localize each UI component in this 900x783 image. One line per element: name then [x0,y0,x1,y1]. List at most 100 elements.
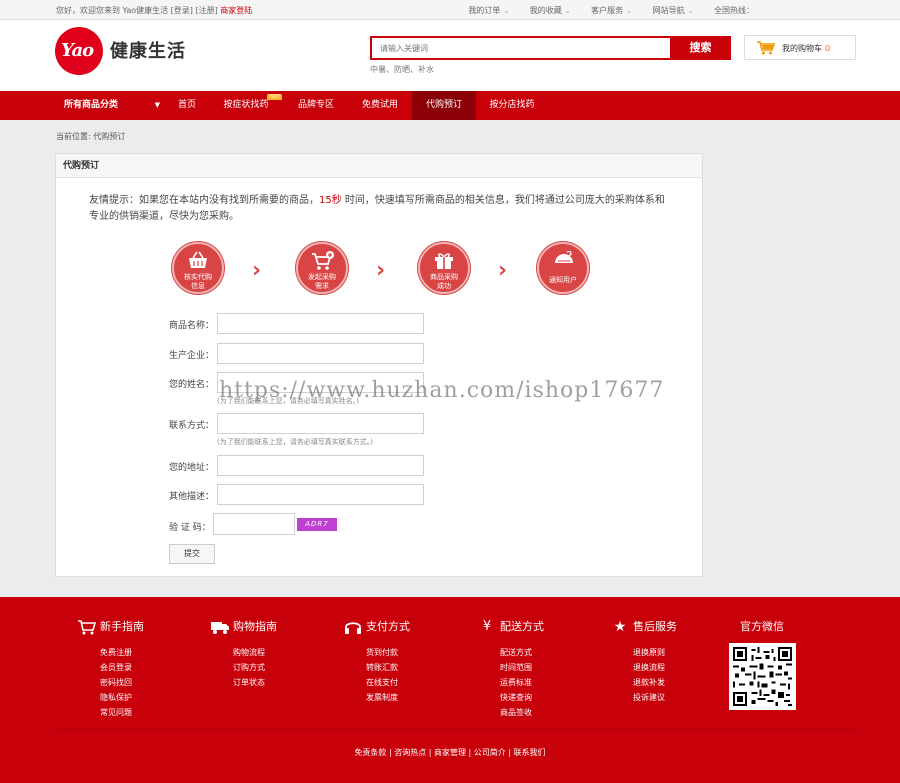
footer-link[interactable]: 在线支付 [366,675,410,690]
step-notify: 通知用户 [537,242,589,294]
manufacturer-input[interactable] [217,343,424,364]
chevron-down-icon: ⌄ [564,7,571,15]
welcome-sep: ] [ [189,6,199,15]
chevron-right-icon: › [252,258,262,283]
footer-link[interactable]: 购物流程 [233,645,277,660]
chevron-down-icon: ⌄ [687,7,694,15]
footer-link[interactable]: 订购方式 [233,660,277,675]
footer-col-title: 购物指南 [233,620,277,633]
footer-col-shopping: 购物指南 购物流程 订购方式 订单状态 [211,619,277,690]
nav-by-store[interactable]: 按分店找药 [480,91,544,120]
footer-link[interactable]: 快递查询 [500,690,544,705]
merchant-login-link[interactable]: 商家登陆 [220,6,252,15]
footer-col-payment: 支付方式 货到付款 转账汇款 在线支付 发票制度 [344,619,410,705]
footer-link[interactable]: 时间范围 [500,660,544,675]
logo-text: 健康生活 [110,41,186,62]
cart-label: 我的购物车 [782,44,822,53]
footer-link[interactable]: 运费标准 [500,675,544,690]
watermark: https://www.huzhan.com/ishop17677 [219,378,665,403]
main-nav: 所有商品分类 ▼ 首页 按症状找药 HOT 品牌专区 免费试用 代购预订 按分店… [0,91,900,120]
qr-code-icon [733,647,792,706]
phone-icon [555,251,573,263]
address-input[interactable] [217,455,424,476]
cart-button[interactable]: 我的购物车 0 [744,35,856,60]
footer-link[interactable]: 货到付款 [366,645,410,660]
chevron-down-icon: ⌄ [626,7,633,15]
footer-link[interactable]: 配送方式 [500,645,544,660]
gift-icon [435,253,453,269]
footer-link[interactable]: 隐私保护 [100,690,144,705]
footer-divider [56,729,856,730]
basket-icon [189,251,207,268]
triangle-down-icon: ▼ [154,101,160,109]
manufacturer-label: 生产企业： [169,351,215,361]
my-orders-link[interactable]: 我的订单 ⌄ [468,6,509,15]
footer-link[interactable]: 退款补发 [633,675,677,690]
nav-purchase-order[interactable]: 代购预订 [412,91,476,120]
my-favorites-link[interactable]: 我的收藏 ⌄ [530,6,571,15]
search-button[interactable]: 搜索 [670,36,731,60]
footer-col-title: 售后服务 [633,620,677,633]
captcha-input[interactable] [213,513,295,535]
contact-note: (为了我们能联系上您，请务必填写真实联系方式。) [217,438,373,446]
address-label: 您的地址： [169,463,215,473]
submit-button[interactable]: 提交 [169,544,215,564]
nav-brand-zone[interactable]: 品牌专区 [288,91,344,120]
footer-col-delivery: ¥ 配送方式 配送方式 时间范围 运费标准 快递查询 商品签收 [478,619,544,720]
footer-link[interactable]: 商品签收 [500,705,544,720]
yen-icon: ¥ [482,619,492,634]
footer-link[interactable]: 会员登录 [100,660,144,675]
contact-label: 联系方式： [169,421,215,431]
step-initiate: 发起采购 需求 [296,242,348,294]
other-label: 其他描述： [169,492,215,502]
contact-input[interactable] [217,413,424,434]
truck-icon [211,622,229,634]
footer-link[interactable]: 免费注册 [100,645,144,660]
footer-link[interactable]: 常见问题 [100,705,144,720]
footer-link[interactable]: 转账汇款 [366,660,410,675]
hot-badge: HOT [267,94,282,100]
footer-col-title: 配送方式 [500,620,544,633]
chevron-right-icon: › [498,258,508,283]
captcha-label: 验 证 码： [169,523,211,533]
nav-free-trial[interactable]: 免费试用 [352,91,408,120]
cart-icon [757,41,775,55]
all-categories-label: 所有商品分类 [64,100,119,110]
product-name-label: 商品名称： [169,321,215,331]
search-input[interactable] [372,38,670,58]
footer-link[interactable]: 订单状态 [233,675,277,690]
top-links: 我的订单 ⌄ 我的收藏 ⌄ 客户服务 ⌄ 网站导航 ⌄ 全国热线： [450,5,754,16]
footer-link[interactable]: 退换原则 [633,645,677,660]
footer-col-aftersales: ★ 售后服务 退换原则 退换流程 退款补发 投诉建议 [611,619,677,705]
nav-home[interactable]: 首页 [169,91,205,120]
customer-service-link[interactable]: 客户服务 ⌄ [591,6,632,15]
all-categories-menu[interactable]: 所有商品分类 ▼ [56,91,168,120]
footer-link[interactable]: 投诉建议 [633,690,677,705]
footer-link[interactable]: 密码找回 [100,675,144,690]
captcha-image[interactable]: ADR7 [297,518,337,531]
tip-text: 友情提示：如果您在本站内没有找到所需要的商品，15秒 时间，快速填写所需商品的相… [89,195,665,222]
header: Yao 健康生活 搜索 中暑、防晒、补水 我的购物车0 [0,20,900,91]
product-name-input[interactable] [217,313,424,334]
search-box [370,36,672,60]
site-nav-link[interactable]: 网站导航 ⌄ [653,6,694,15]
footer-col-newbie: 新手指南 免费注册 会员登录 密码找回 隐私保护 常见问题 [78,619,144,720]
logo[interactable]: Yao [55,27,103,75]
footer-bottom-links[interactable]: 免责条款 | 咨询热点 | 商家管理 | 公司简介 | 联系我们 [0,747,900,758]
top-bar: 您好，欢迎您来到 Yao健康生活 [登录] [注册] 商家登陆 我的订单 ⌄ 我的… [0,0,900,20]
footer-col-title: 支付方式 [366,620,410,633]
footer-col-title: 新手指南 [100,620,144,633]
login-link[interactable]: 登录 [174,6,190,15]
purchase-panel: 代购预订 友情提示：如果您在本站内没有找到所需要的商品，15秒 时间，快速填写所… [55,153,703,577]
footer-col-wechat: 官方微信 [740,619,784,635]
register-link[interactable]: 注册 [199,6,215,15]
footer-link[interactable]: 退换流程 [633,660,677,675]
footer-link[interactable]: 发票制度 [366,690,410,705]
cart-count: 0 [825,44,831,53]
hotline-label: 全国热线： [714,6,754,15]
hot-keywords[interactable]: 中暑、防晒、补水 [370,64,434,75]
wechat-qr-code [729,643,796,710]
other-input[interactable] [217,484,424,505]
star-icon: ★ [613,619,627,635]
footer: 新手指南 免费注册 会员登录 密码找回 隐私保护 常见问题 购物指南 购物流程 … [0,597,900,783]
